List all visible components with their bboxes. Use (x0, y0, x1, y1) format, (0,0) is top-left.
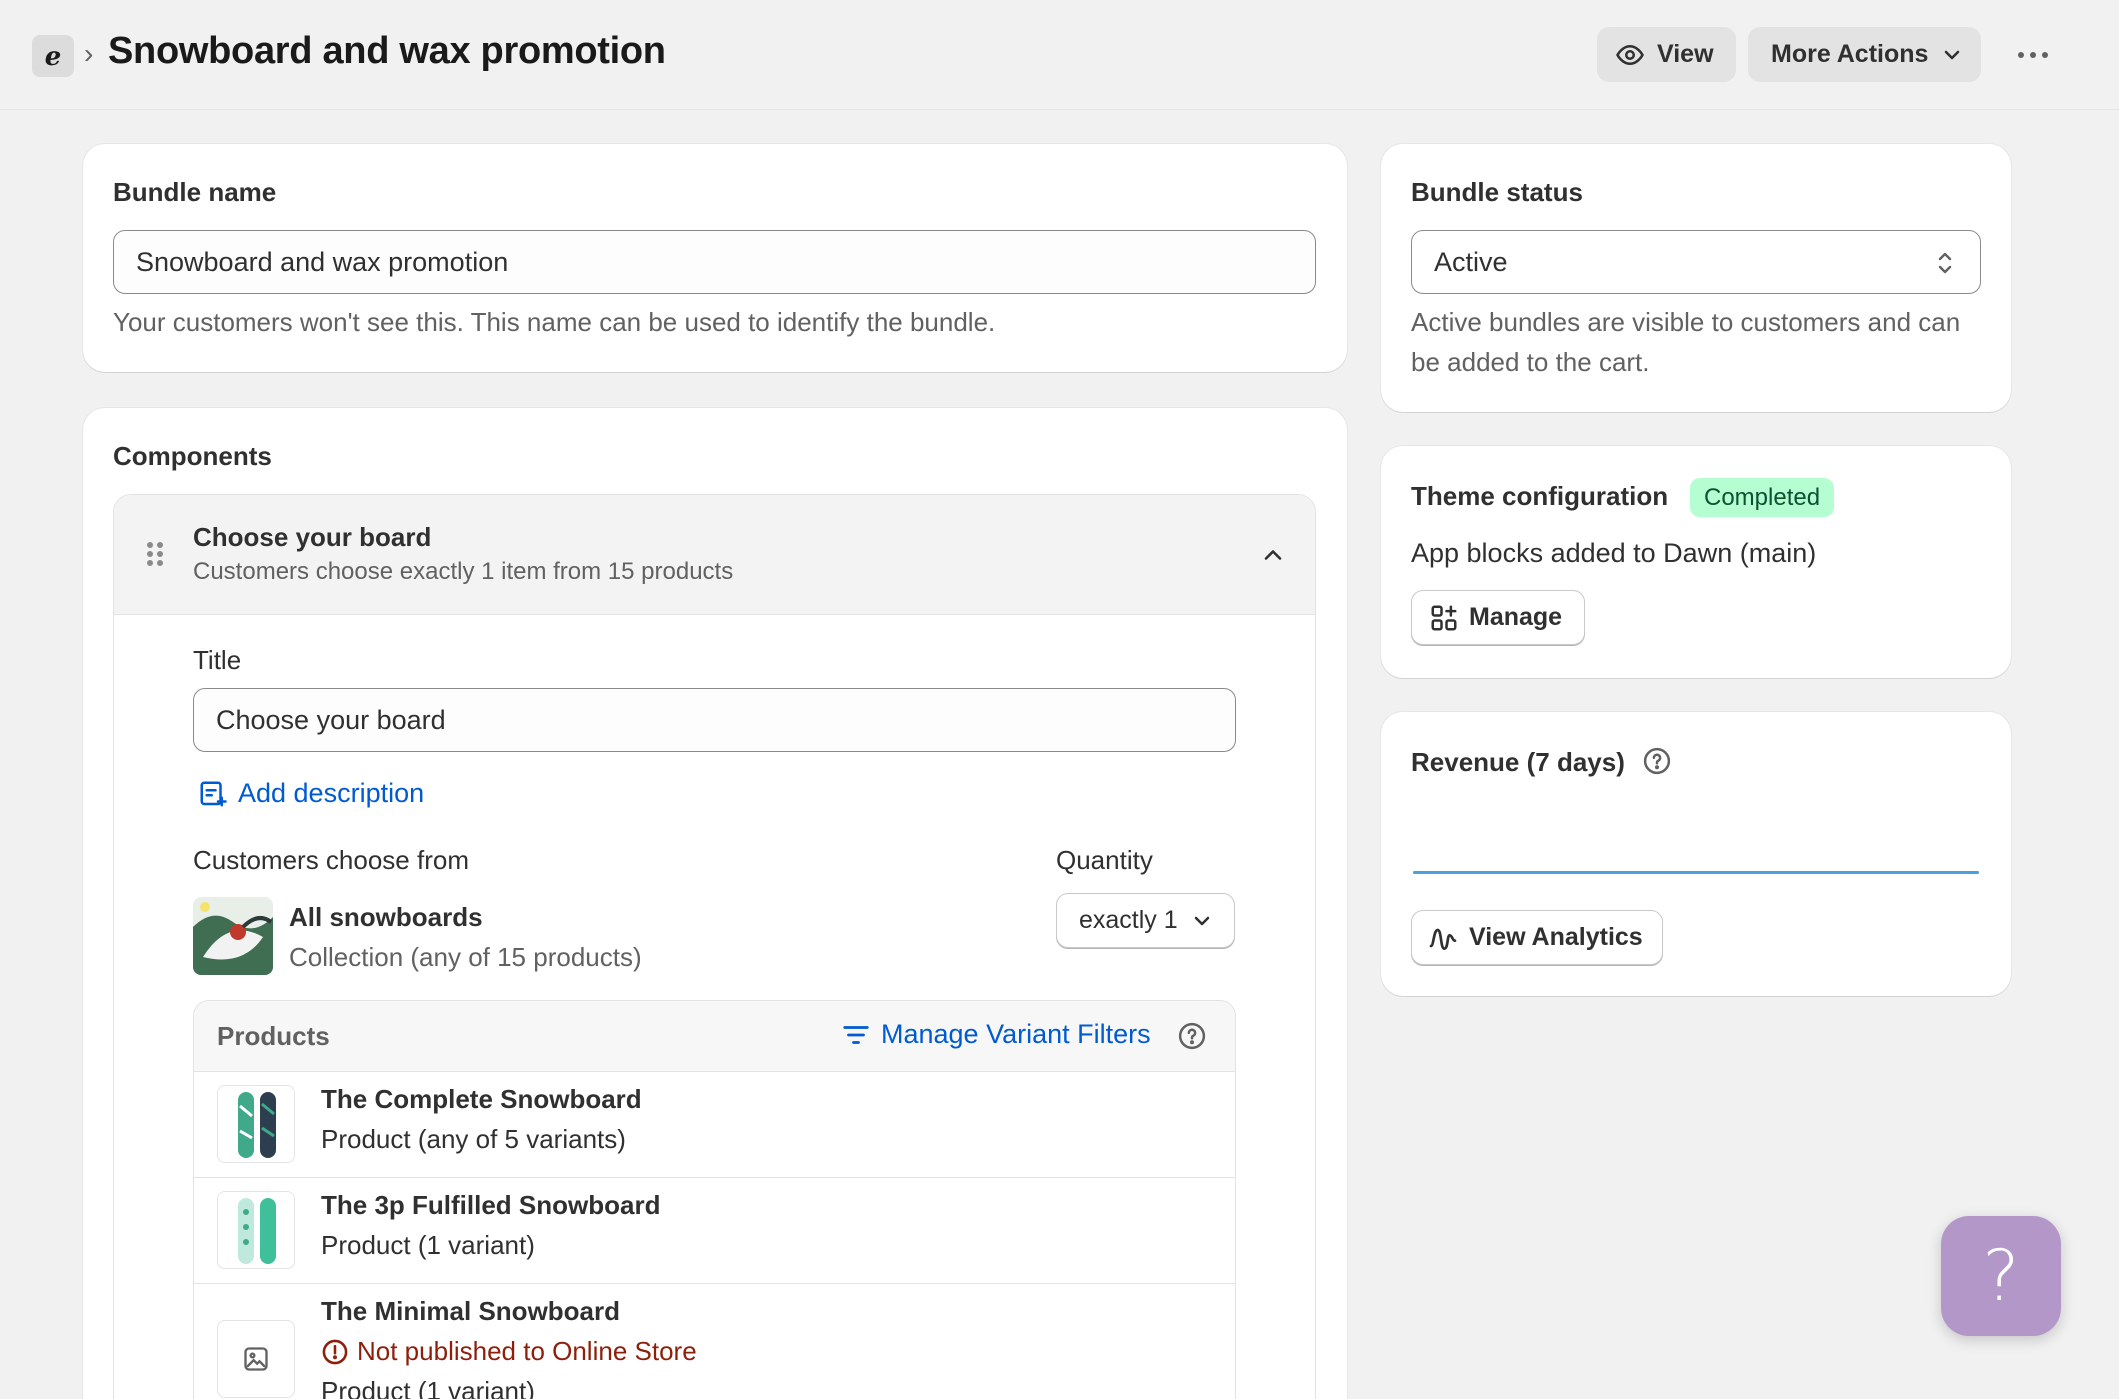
breadcrumb-separator-icon: › (84, 38, 94, 69)
add-description-label: Add description (238, 778, 425, 808)
product-name: The 3p Fulfilled Snowboard (321, 1190, 661, 1220)
status-badge: Completed (1690, 478, 1835, 517)
overflow-menu-button[interactable] (2016, 38, 2050, 72)
bundle-status-select[interactable]: Active (1411, 230, 1981, 294)
revenue-heading: Revenue (7 days) (1411, 747, 1625, 777)
page-title: Snowboard and wax promotion (108, 30, 666, 72)
quantity-label: Quantity (1056, 845, 1153, 875)
note-add-icon (200, 781, 227, 806)
eye-icon (1616, 44, 1644, 65)
add-description-link[interactable]: Add description (198, 778, 424, 809)
product-subtitle: Product (1 variant) (321, 1376, 535, 1399)
help-circle-icon[interactable] (1177, 1021, 1207, 1051)
more-actions-button[interactable]: More Actions (1748, 27, 1981, 82)
collection-name: All snowboards (289, 902, 483, 932)
analytics-line-icon (1429, 928, 1457, 950)
product-subtitle: Product (1 variant) (321, 1230, 535, 1260)
view-button[interactable]: View (1597, 27, 1736, 82)
title-field-label: Title (193, 645, 242, 675)
select-arrows-icon (1938, 252, 1952, 274)
product-name: The Complete Snowboard (321, 1084, 642, 1114)
chevron-up-icon[interactable] (1259, 541, 1287, 569)
products-table: Products Manage Variant Filters The Comp… (193, 1000, 1236, 1399)
product-thumbnail (217, 1320, 295, 1398)
quantity-select[interactable]: exactly 1 (1056, 893, 1235, 948)
manage-button-label: Manage (1469, 603, 1563, 631)
component-group-title: Choose your board (193, 522, 432, 552)
bundle-name-heading: Bundle name (113, 177, 277, 207)
bundle-status-value: Active (1434, 246, 1508, 277)
customers-choose-from-label: Customers choose from (193, 845, 469, 875)
theme-configuration-heading: Theme configuration (1411, 481, 1669, 511)
product-subtitle: Product (any of 5 variants) (321, 1124, 626, 1154)
product-thumbnail (217, 1085, 295, 1163)
quantity-value: exactly 1 (1079, 906, 1178, 934)
title-input[interactable]: Choose your board (193, 688, 1236, 752)
image-placeholder-icon (244, 1347, 268, 1371)
product-warning: Not published to Online Store (321, 1336, 697, 1367)
bundle-name-help-text: Your customers won't see this. This name… (113, 307, 996, 337)
drag-handle-icon[interactable] (146, 541, 164, 567)
product-row[interactable]: The Complete Snowboard Product (any of 5… (194, 1072, 1235, 1178)
product-warning-text: Not published to Online Store (357, 1336, 697, 1366)
manage-variant-filters-link[interactable]: Manage Variant Filters (841, 1019, 1151, 1050)
products-header: Products Manage Variant Filters (194, 1001, 1235, 1072)
component-group-header[interactable]: Choose your board Customers choose exact… (114, 495, 1315, 615)
chevron-down-icon (1945, 50, 1960, 59)
revenue-sparkline (1413, 871, 1979, 874)
app-logo-icon[interactable]: ℯ (32, 35, 74, 77)
view-analytics-button[interactable]: View Analytics (1411, 910, 1663, 965)
apps-add-icon (1431, 605, 1457, 630)
help-circle-icon[interactable] (1642, 746, 1672, 776)
manage-button[interactable]: Manage (1411, 590, 1585, 645)
collection-subtitle: Collection (any of 15 products) (289, 942, 642, 972)
help-chat-button[interactable]: ? (1941, 1216, 2061, 1336)
collection-thumbnail (193, 897, 273, 975)
component-group-subtitle: Customers choose exactly 1 item from 15 … (193, 558, 734, 585)
theme-configuration-text: App blocks added to Dawn (main) (1411, 538, 1817, 568)
bundle-status-help-text: Active bundles are visible to customers … (1411, 307, 1961, 377)
filter-icon (843, 1025, 869, 1044)
product-row[interactable]: The 3p Fulfilled Snowboard Product (1 va… (194, 1178, 1235, 1284)
product-name: The Minimal Snowboard (321, 1296, 621, 1326)
components-heading: Components (113, 441, 272, 471)
bundle-name-input[interactable]: Snowboard and wax promotion (113, 230, 1316, 294)
ellipsis-icon (2018, 52, 2048, 58)
alert-circle-icon (322, 1339, 348, 1364)
view-analytics-label: View Analytics (1469, 923, 1643, 951)
bundle-status-heading: Bundle status (1411, 177, 1583, 207)
manage-variant-filters-label: Manage Variant Filters (881, 1019, 1151, 1049)
product-thumbnail (217, 1191, 295, 1269)
top-bar: ℯ › Snowboard and wax promotion View Mor… (0, 0, 2119, 110)
chevron-down-icon (1194, 916, 1209, 925)
more-actions-label: More Actions (1771, 40, 1929, 68)
products-heading: Products (217, 1021, 330, 1051)
view-button-label: View (1657, 40, 1714, 68)
product-row[interactable]: The Minimal Snowboard Not published to O… (194, 1284, 1235, 1399)
